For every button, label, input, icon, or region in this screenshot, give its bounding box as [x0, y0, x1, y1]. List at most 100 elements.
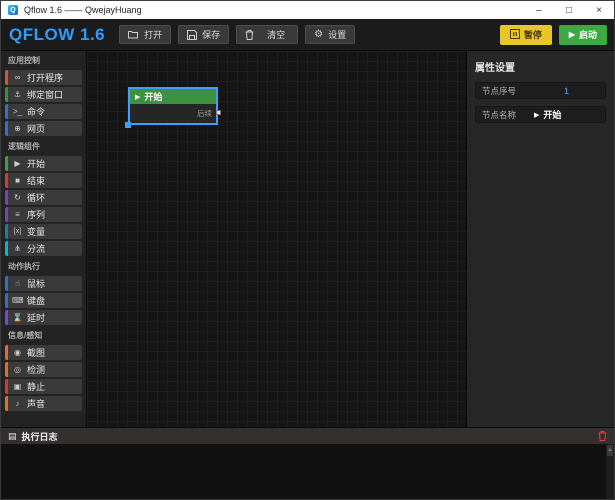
log-output-area[interactable]: ▲ — [1, 444, 614, 499]
globe-icon: ⊕ — [12, 125, 23, 133]
folder-open-icon — [128, 30, 139, 39]
close-button[interactable]: × — [584, 1, 614, 19]
sidebar-item-still[interactable]: ▣ 静止 — [5, 379, 82, 394]
sidebar-item-sound[interactable]: ♪ 声音 — [5, 396, 82, 411]
sidebar-item-sequence[interactable]: ≡ 序列 — [5, 207, 82, 222]
sidebar-item-bind-window[interactable]: ⚓ 绑定窗口 — [5, 87, 82, 102]
group-title-app-control: 应用控制 — [1, 52, 86, 68]
sidebar-item-label: 网页 — [27, 122, 45, 135]
start-node-title: 开始 — [144, 90, 162, 103]
sidebar-item-label: 结束 — [27, 174, 45, 187]
sidebar-item-label: 绑定窗口 — [27, 88, 63, 101]
sidebar-item-delay[interactable]: ⌛ 延时 — [5, 310, 82, 325]
terminal-icon: >_ — [12, 108, 23, 116]
output-port-connector[interactable] — [216, 110, 221, 115]
branch-icon: ⋔ — [12, 245, 23, 253]
sidebar-item-detect[interactable]: ◎ 检测 — [5, 362, 82, 377]
settings-button-label: 设置 — [328, 28, 346, 41]
pause-button[interactable]: 暂停 — [500, 25, 552, 45]
selection-handle[interactable] — [125, 122, 131, 128]
main-toolbar: QFLOW 1.6 打开 保存 清空 ⚙ 设置 — [1, 19, 614, 51]
hourglass-icon: ⌛ — [12, 314, 23, 322]
properties-panel: 属性设置 节点序号 1 节点名称 ▶ 开始 — [466, 51, 614, 427]
pause-button-label: 暂停 — [524, 28, 542, 41]
sidebar-item-label: 循环 — [27, 191, 45, 204]
sidebar-item-branch[interactable]: ⋔ 分流 — [5, 241, 82, 256]
component-sidebar: 应用控制 ∞ 打开程序 ⚓ 绑定窗口 >_ 命令 ⊕ 网页 逻辑组件 ▶ 开始 — [1, 51, 87, 427]
sidebar-item-webpage[interactable]: ⊕ 网页 — [5, 121, 82, 136]
node-number-row[interactable]: 节点序号 1 — [475, 82, 606, 99]
anchor-icon: ⚓ — [12, 91, 23, 99]
log-document-icon: ▤ — [8, 432, 17, 441]
clear-button-label: 清空 — [267, 28, 285, 41]
pause-icon — [510, 29, 520, 41]
sidebar-item-label: 命令 — [27, 105, 45, 118]
sidebar-item-end[interactable]: ■ 结束 — [5, 173, 82, 188]
node-number-value[interactable]: 1 — [534, 86, 599, 96]
speaker-icon: ♪ — [12, 400, 23, 408]
play-icon: ▶ — [534, 111, 539, 119]
sidebar-item-label: 分流 — [27, 242, 45, 255]
start-button[interactable]: ▶ 启动 — [559, 25, 607, 45]
sidebar-item-label: 截图 — [27, 346, 45, 359]
settings-button[interactable]: ⚙ 设置 — [305, 25, 355, 44]
stop-icon: ■ — [12, 177, 23, 185]
camera-icon: ◉ — [12, 349, 23, 357]
loop-icon: ↻ — [12, 194, 23, 202]
gear-icon: ⚙ — [314, 30, 323, 40]
floppy-icon — [187, 30, 197, 40]
log-title: 执行日志 — [22, 430, 58, 443]
play-icon: ▶ — [569, 30, 575, 39]
list-icon: ≡ — [12, 211, 23, 219]
group-title-actions: 动作执行 — [1, 258, 86, 274]
node-name-row[interactable]: 节点名称 ▶ 开始 — [475, 106, 606, 123]
group-title-logic: 逻辑组件 — [1, 138, 86, 154]
keyboard-icon: ⌨ — [12, 297, 23, 305]
node-name-value[interactable]: ▶ 开始 — [534, 108, 561, 121]
window-title: Qflow 1.6 —— QwejayHuang — [24, 5, 142, 15]
clear-button[interactable]: 清空 — [236, 25, 298, 44]
output-port-label: 后续 — [197, 108, 212, 119]
play-icon: ▶ — [135, 93, 140, 101]
link-icon: ∞ — [12, 74, 23, 82]
sidebar-item-keyboard[interactable]: ⌨ 键盘 — [5, 293, 82, 308]
start-node[interactable]: ▶ 开始 后续 — [128, 87, 218, 125]
app-logo-text: QFLOW 1.6 — [9, 25, 105, 45]
open-button-label: 打开 — [144, 28, 162, 41]
sidebar-item-label: 声音 — [27, 397, 45, 410]
sidebar-item-label: 延时 — [27, 311, 45, 324]
sidebar-item-variable[interactable]: [x] 变量 — [5, 224, 82, 239]
sidebar-item-label: 打开程序 — [27, 71, 63, 84]
sidebar-item-screenshot[interactable]: ◉ 截图 — [5, 345, 82, 360]
minimize-button[interactable]: – — [524, 1, 554, 19]
log-scrollbar[interactable]: ▲ — [606, 444, 614, 499]
sidebar-item-label: 序列 — [27, 208, 45, 221]
open-button[interactable]: 打开 — [119, 25, 171, 44]
app-logo-icon: Q — [8, 5, 18, 15]
sidebar-item-start[interactable]: ▶ 开始 — [5, 156, 82, 171]
maximize-button[interactable]: □ — [554, 1, 584, 19]
title-bar: Q Qflow 1.6 —— QwejayHuang – □ × — [1, 1, 614, 19]
sidebar-item-loop[interactable]: ↻ 循环 — [5, 190, 82, 205]
still-icon: ▣ — [12, 383, 23, 391]
start-node-header[interactable]: ▶ 开始 — [130, 89, 216, 104]
save-button[interactable]: 保存 — [178, 25, 229, 44]
flow-canvas[interactable]: ▶ 开始 后续 — [87, 51, 466, 427]
sidebar-item-label: 检测 — [27, 363, 45, 376]
start-node-body: 后续 — [130, 104, 216, 123]
scroll-up-button[interactable]: ▲ — [607, 445, 613, 456]
pointer-icon: ☝ — [12, 280, 23, 288]
clear-log-button[interactable] — [598, 431, 607, 441]
sidebar-item-command[interactable]: >_ 命令 — [5, 104, 82, 119]
app-body: 应用控制 ∞ 打开程序 ⚓ 绑定窗口 >_ 命令 ⊕ 网页 逻辑组件 ▶ 开始 — [1, 51, 614, 427]
sidebar-item-mouse[interactable]: ☝ 鼠标 — [5, 276, 82, 291]
start-button-label: 启动 — [579, 28, 597, 41]
group-title-perception: 信息/感知 — [1, 327, 86, 343]
node-name-text: 开始 — [543, 108, 561, 121]
properties-title: 属性设置 — [475, 59, 606, 82]
magnifier-icon: ◎ — [12, 366, 23, 374]
sidebar-item-label: 变量 — [27, 225, 45, 238]
sidebar-item-open-program[interactable]: ∞ 打开程序 — [5, 70, 82, 85]
node-number-label: 节点序号 — [482, 85, 534, 97]
log-header-bar: ▤ 执行日志 — [1, 427, 614, 444]
